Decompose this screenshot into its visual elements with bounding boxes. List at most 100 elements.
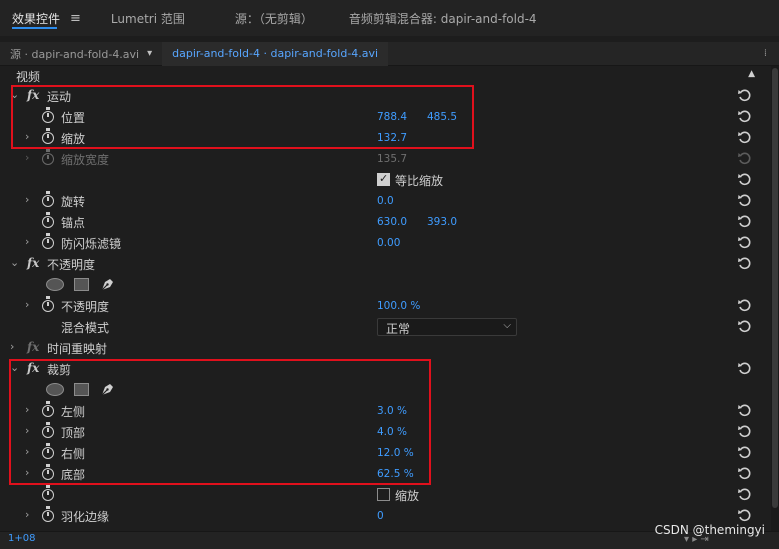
chevron-right-icon[interactable]: › <box>25 424 29 437</box>
rectangle-mask-icon[interactable] <box>74 383 89 396</box>
stopwatch-icon[interactable] <box>42 233 54 249</box>
vertical-scrollbar[interactable] <box>771 66 779 531</box>
reset-icon[interactable] <box>737 466 752 481</box>
effect-row-motion[interactable]: ⌄ fx 运动 <box>0 86 771 107</box>
blend-mode-select[interactable]: 正常 ⌵ <box>377 318 517 336</box>
chevron-right-icon[interactable]: › <box>25 466 29 479</box>
reset-icon[interactable] <box>737 508 752 523</box>
position-y-value[interactable]: 485.5 <box>427 111 457 123</box>
reset-icon[interactable] <box>737 88 752 103</box>
stopwatch-icon[interactable] <box>42 191 54 207</box>
stopwatch-icon[interactable] <box>42 443 54 459</box>
chevron-down-icon: ⌵ <box>503 320 511 331</box>
opacity-value[interactable]: 100.0 % <box>377 300 420 312</box>
uniform-scale-checkbox[interactable] <box>377 172 390 186</box>
stopwatch-icon[interactable] <box>42 485 54 501</box>
reset-icon[interactable] <box>737 109 752 124</box>
chevron-right-icon[interactable]: › <box>25 298 29 311</box>
rectangle-mask-icon[interactable] <box>74 278 89 291</box>
anti-flicker-value[interactable]: 0.00 <box>377 237 400 249</box>
source-clip-tab[interactable]: 源 · dapir-and-fold-4.avi ▾ <box>0 42 162 66</box>
crop-bottom-value[interactable]: 62.5 % <box>377 468 414 480</box>
chevron-right-icon[interactable]: › <box>25 445 29 458</box>
chevron-right-icon[interactable]: › <box>25 403 29 416</box>
timecode[interactable]: 1+08 <box>8 533 35 544</box>
reset-icon[interactable] <box>737 403 752 418</box>
tab-audio-clip-mixer[interactable]: 音频剪辑混合器: dapir-and-fold-4 <box>337 0 549 36</box>
property-label-scale: 缩放 <box>61 132 86 146</box>
fx-icon[interactable]: fx <box>27 361 39 375</box>
property-label-anchor: 锚点 <box>61 216 86 230</box>
reset-icon[interactable] <box>737 130 752 145</box>
tab-source-label: 源：（无剪辑） <box>234 11 313 26</box>
ellipse-mask-icon[interactable] <box>46 383 64 396</box>
scrollbar-thumb[interactable] <box>772 68 778 508</box>
stopwatch-icon[interactable] <box>42 422 54 438</box>
chevron-right-icon[interactable]: › <box>25 235 29 248</box>
anchor-x-value[interactable]: 630.0 <box>377 216 407 228</box>
property-row-opacity: › 不透明度 100.0 % <box>0 296 771 317</box>
panel-menu-icon[interactable]: ≡ <box>70 11 81 26</box>
reset-icon[interactable] <box>737 172 752 187</box>
stopwatch-icon[interactable] <box>42 128 54 144</box>
effect-row-opacity[interactable]: ⌄ fx 不透明度 <box>0 254 771 275</box>
tab-lumetri-scopes[interactable]: Lumetri 范围 <box>99 0 197 36</box>
crop-right-value[interactable]: 12.0 % <box>377 447 414 459</box>
pen-mask-icon[interactable] <box>99 381 116 398</box>
chevron-right-icon[interactable]: › <box>10 340 14 353</box>
mask-tools-row-opacity <box>0 275 771 296</box>
chevron-right-icon[interactable]: › <box>25 193 29 206</box>
reset-icon[interactable] <box>737 193 752 208</box>
crop-left-value[interactable]: 3.0 % <box>377 405 407 417</box>
reset-icon[interactable] <box>737 256 752 271</box>
stopwatch-icon[interactable] <box>42 296 54 312</box>
property-label-crop-right: 右侧 <box>61 447 86 461</box>
tab-source[interactable]: 源：（无剪辑） <box>223 0 325 36</box>
effect-name-time-remap: 时间重映射 <box>47 342 108 356</box>
feather-value[interactable]: 0 <box>377 510 384 522</box>
anchor-y-value[interactable]: 393.0 <box>427 216 457 228</box>
effect-name-opacity: 不透明度 <box>47 258 96 272</box>
property-row-scale: › 缩放 132.7 <box>0 128 771 149</box>
stopwatch-icon[interactable] <box>42 212 54 228</box>
stopwatch-icon[interactable] <box>42 107 54 123</box>
chevron-right-icon: › <box>25 151 30 164</box>
chevron-down-icon[interactable]: ⌄ <box>10 88 19 101</box>
chevron-down-icon[interactable]: ⌄ <box>10 256 19 269</box>
crop-zoom-checkbox[interactable] <box>377 488 390 501</box>
reset-icon[interactable] <box>737 424 752 439</box>
stopwatch-icon[interactable] <box>42 401 54 417</box>
sequence-clip-tab[interactable]: dapir-and-fold-4 · dapir-and-fold-4.avi <box>162 41 389 66</box>
rotation-value[interactable]: 0.0 <box>377 195 394 207</box>
stopwatch-icon[interactable] <box>42 506 54 522</box>
scroll-up-icon[interactable]: ▲ <box>748 69 755 79</box>
property-row-anti-flicker: › 防闪烁滤镜 0.00 <box>0 233 771 254</box>
scale-value[interactable]: 132.7 <box>377 132 407 144</box>
position-x-value[interactable]: 788.4 <box>377 111 407 123</box>
reset-icon[interactable] <box>737 235 752 250</box>
effect-row-time-remap[interactable]: › fx 时间重映射 <box>0 338 771 359</box>
effect-row-crop[interactable]: ⌄ fx 裁剪 <box>0 359 771 380</box>
reset-icon[interactable] <box>737 319 752 334</box>
chevron-down-icon[interactable]: ⌄ <box>10 361 19 374</box>
reset-icon[interactable] <box>737 298 752 313</box>
effect-name-crop: 裁剪 <box>47 363 72 377</box>
panel-grip-icon[interactable]: ⁞ <box>764 48 767 59</box>
ellipse-mask-icon[interactable] <box>46 278 64 291</box>
chevron-right-icon[interactable]: › <box>25 508 29 521</box>
pen-mask-icon[interactable] <box>99 276 116 293</box>
chevron-right-icon[interactable]: › <box>25 130 29 143</box>
fx-icon[interactable]: fx <box>27 88 39 102</box>
chevron-down-icon[interactable]: ▾ <box>147 48 152 59</box>
reset-icon[interactable] <box>737 214 752 229</box>
stopwatch-icon[interactable] <box>42 464 54 480</box>
crop-top-value[interactable]: 4.0 % <box>377 426 407 438</box>
reset-icon[interactable] <box>737 445 752 460</box>
property-label-feather: 羽化边缘 <box>61 510 110 524</box>
sequence-clip-label: dapir-and-fold-4 · dapir-and-fold-4.avi <box>172 47 379 60</box>
tab-effect-controls[interactable]: 效果控件 ≡ <box>0 0 93 36</box>
property-label-crop-top: 顶部 <box>61 426 86 440</box>
reset-icon[interactable] <box>737 487 752 502</box>
reset-icon[interactable] <box>737 361 752 376</box>
fx-icon[interactable]: fx <box>27 256 39 270</box>
